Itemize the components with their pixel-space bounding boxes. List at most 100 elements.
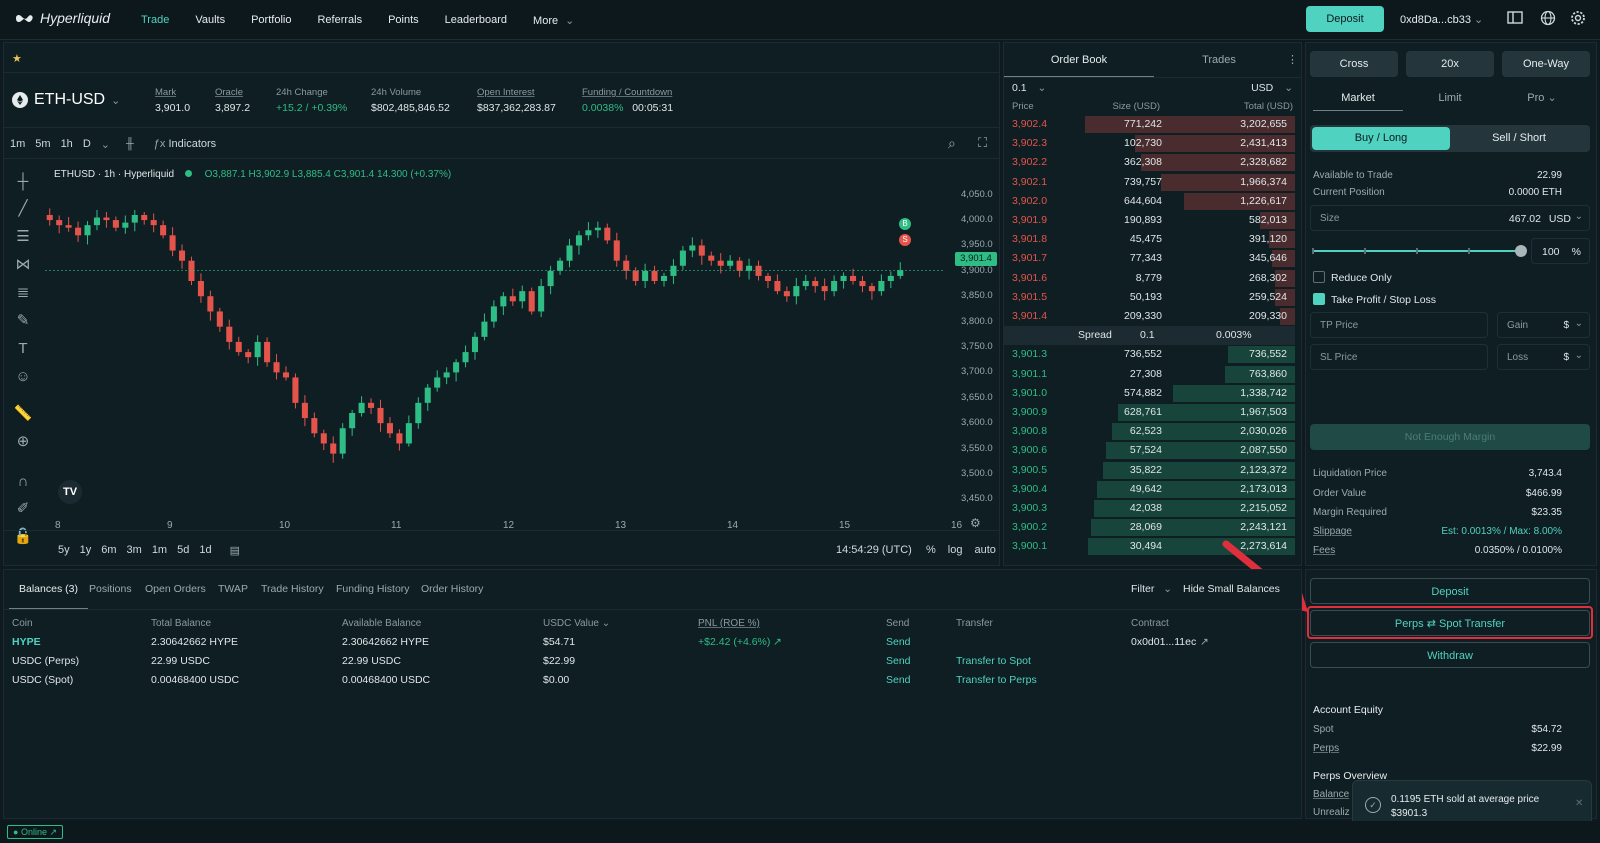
cell-send[interactable]: Send [886,655,911,667]
tab-trades[interactable]: Trades [1154,43,1284,77]
gain-input[interactable]: Gain $ ⌄ [1497,312,1590,338]
price-chart[interactable] [45,182,945,512]
size-slider[interactable] [1312,245,1527,257]
online-status[interactable]: ● Online ↗ [7,825,64,839]
ask-row[interactable]: 3,902.2 362,308 2,328,682 [1004,153,1295,172]
scale-percent[interactable]: % [926,544,936,556]
more-vertical-icon[interactable]: ⋮ [1287,53,1298,66]
globe-icon[interactable] [1538,10,1558,30]
ruler-icon[interactable]: 📏 [8,402,38,426]
bid-row[interactable]: 3,900.2 28,069 2,243,121 [1004,518,1295,537]
ask-row[interactable]: 3,901.6 8,779 268,302 [1004,269,1295,288]
tab-balances[interactable]: Balances (3) [9,569,88,609]
range-3m[interactable]: 3m [127,544,142,557]
loss-input[interactable]: Loss $ ⌄ [1497,344,1590,370]
reduce-only-checkbox[interactable] [1313,271,1325,283]
account-deposit-button[interactable]: Deposit [1310,578,1590,604]
margin-mode-button[interactable]: Cross [1310,51,1398,77]
interval-1m[interactable]: 1m [10,138,25,151]
leverage-button[interactable]: 20x [1406,51,1494,77]
ask-row[interactable]: 3,902.1 739,757 1,966,374 [1004,173,1295,192]
nav-link-leaderboard[interactable]: Leaderboard [432,14,520,26]
nav-link-vaults[interactable]: Vaults [182,14,238,26]
info-label[interactable]: Slippage [1313,526,1352,537]
currency-select[interactable]: USD ⌄ [1251,82,1293,94]
range-5y[interactable]: 5y [58,544,70,557]
withdraw-button[interactable]: Withdraw [1310,642,1590,668]
range-1m[interactable]: 1m [152,544,167,557]
tab-limit[interactable]: Limit [1405,85,1495,111]
bid-row[interactable]: 3,900.5 35,822 2,123,372 [1004,461,1295,480]
range-6m[interactable]: 6m [101,544,116,557]
buy-marker[interactable]: B [899,218,911,230]
brand-logo[interactable]: Hyperliquid [14,10,110,26]
interval-5m[interactable]: 5m [35,138,50,151]
ask-row[interactable]: 3,901.5 50,193 259,524 [1004,288,1295,307]
brush-icon[interactable]: ✎ [8,309,38,333]
trendline-icon[interactable]: ╱ [8,197,38,221]
wallet-address[interactable]: 0xd8Da...cb33 ⌄ [1400,13,1483,26]
position-mode-button[interactable]: One-Way [1502,51,1590,77]
symbol-selector[interactable]: ETH-USD ⌄ [12,91,120,109]
tab-pro[interactable]: Pro ⌄ [1497,85,1587,111]
nav-link-more[interactable]: More ⌄ [520,14,587,27]
ask-row[interactable]: 3,901.7 77,343 345,646 [1004,249,1295,268]
tp-price-input[interactable]: TP Price [1310,312,1488,338]
lock-icon[interactable]: 🔓 [8,525,38,549]
slider-knob[interactable] [1515,245,1527,257]
share-icon[interactable]: ↗ [773,636,782,648]
nav-link-points[interactable]: Points [375,14,432,26]
range-1y[interactable]: 1y [80,544,92,557]
nav-link-trade[interactable]: Trade [128,14,182,26]
perps-label[interactable]: Perps [1313,743,1339,754]
cell-send[interactable]: Send [886,636,911,648]
ask-row[interactable]: 3,902.4 771,242 3,202,655 [1004,115,1295,134]
bid-row[interactable]: 3,900.8 62,523 2,030,026 [1004,422,1295,441]
ask-row[interactable]: 3,902.3 102,730 2,431,413 [1004,134,1295,153]
text-icon[interactable]: T [8,337,38,361]
perps-spot-transfer-button[interactable]: Perps ⇄ Spot Transfer [1310,610,1590,636]
sell-marker[interactable]: S [899,234,911,246]
external-link-icon[interactable]: ↗ [1200,636,1209,648]
size-input[interactable]: Size 467.02 USD ⌄ [1310,205,1590,231]
pattern-icon[interactable]: ⋈ [8,253,38,277]
col-usdc-value[interactable]: USDC Value ⌄ [543,618,610,629]
deposit-button[interactable]: Deposit [1306,6,1384,32]
magnet-icon[interactable]: ∩ [8,470,38,494]
candle-type-icon[interactable]: ╫ [126,138,134,151]
tpsl-checkbox[interactable] [1313,293,1325,305]
interval-1h[interactable]: 1h [61,138,73,151]
cell-transfer[interactable]: Transfer to Spot [956,655,1031,667]
sell-short-button[interactable]: Sell / Short [1450,127,1588,150]
zoom-search-icon[interactable]: ⌕ [948,135,956,152]
gear-icon[interactable] [1568,10,1588,30]
bid-row[interactable]: 3,900.4 49,642 2,173,013 [1004,480,1295,499]
indicators-button[interactable]: ƒx Indicators [154,138,216,151]
bid-row[interactable]: 3,900.9 628,761 1,967,503 [1004,403,1295,422]
ask-row[interactable]: 3,902.0 644,604 1,226,617 [1004,192,1295,211]
chevron-down-icon[interactable]: ⌄ [1575,211,1583,222]
chevron-down-icon[interactable]: ⌄ [1575,350,1583,361]
fullscreen-icon[interactable]: ⛶ [978,135,987,151]
fib-icon[interactable]: ≣ [8,281,38,305]
calendar-icon[interactable]: ▤ [230,544,240,557]
tick-size-select[interactable]: 0.1 ⌄ [1012,82,1046,94]
crosshair-icon[interactable]: ┼ [8,170,38,194]
size-unit[interactable]: USD [1549,213,1571,225]
tab-order-book[interactable]: Order Book [1004,43,1154,77]
range-1d[interactable]: 1d [199,544,211,557]
filter-select[interactable]: Filter ⌄ [1131,569,1172,609]
interval-d[interactable]: D [83,138,91,151]
chevron-down-icon[interactable]: ⌄ [101,138,110,151]
percent-input[interactable]: 100 % [1531,238,1590,264]
tab-funding-history[interactable]: Funding History [336,569,410,609]
scale-auto[interactable]: auto [974,544,995,556]
bid-row[interactable]: 3,901.0 574,882 1,338,742 [1004,384,1295,403]
cell-contract[interactable]: 0x0d01...11ec [1131,636,1196,648]
lock-drawing-icon[interactable]: ✐ [8,497,38,521]
emoji-icon[interactable]: ☺ [8,365,38,389]
hide-small-balances-toggle[interactable]: Hide Small Balances [1183,569,1280,609]
tab-market[interactable]: Market [1313,85,1403,111]
nav-link-portfolio[interactable]: Portfolio [238,14,304,26]
zoom-in-icon[interactable]: ⊕ [8,430,38,454]
